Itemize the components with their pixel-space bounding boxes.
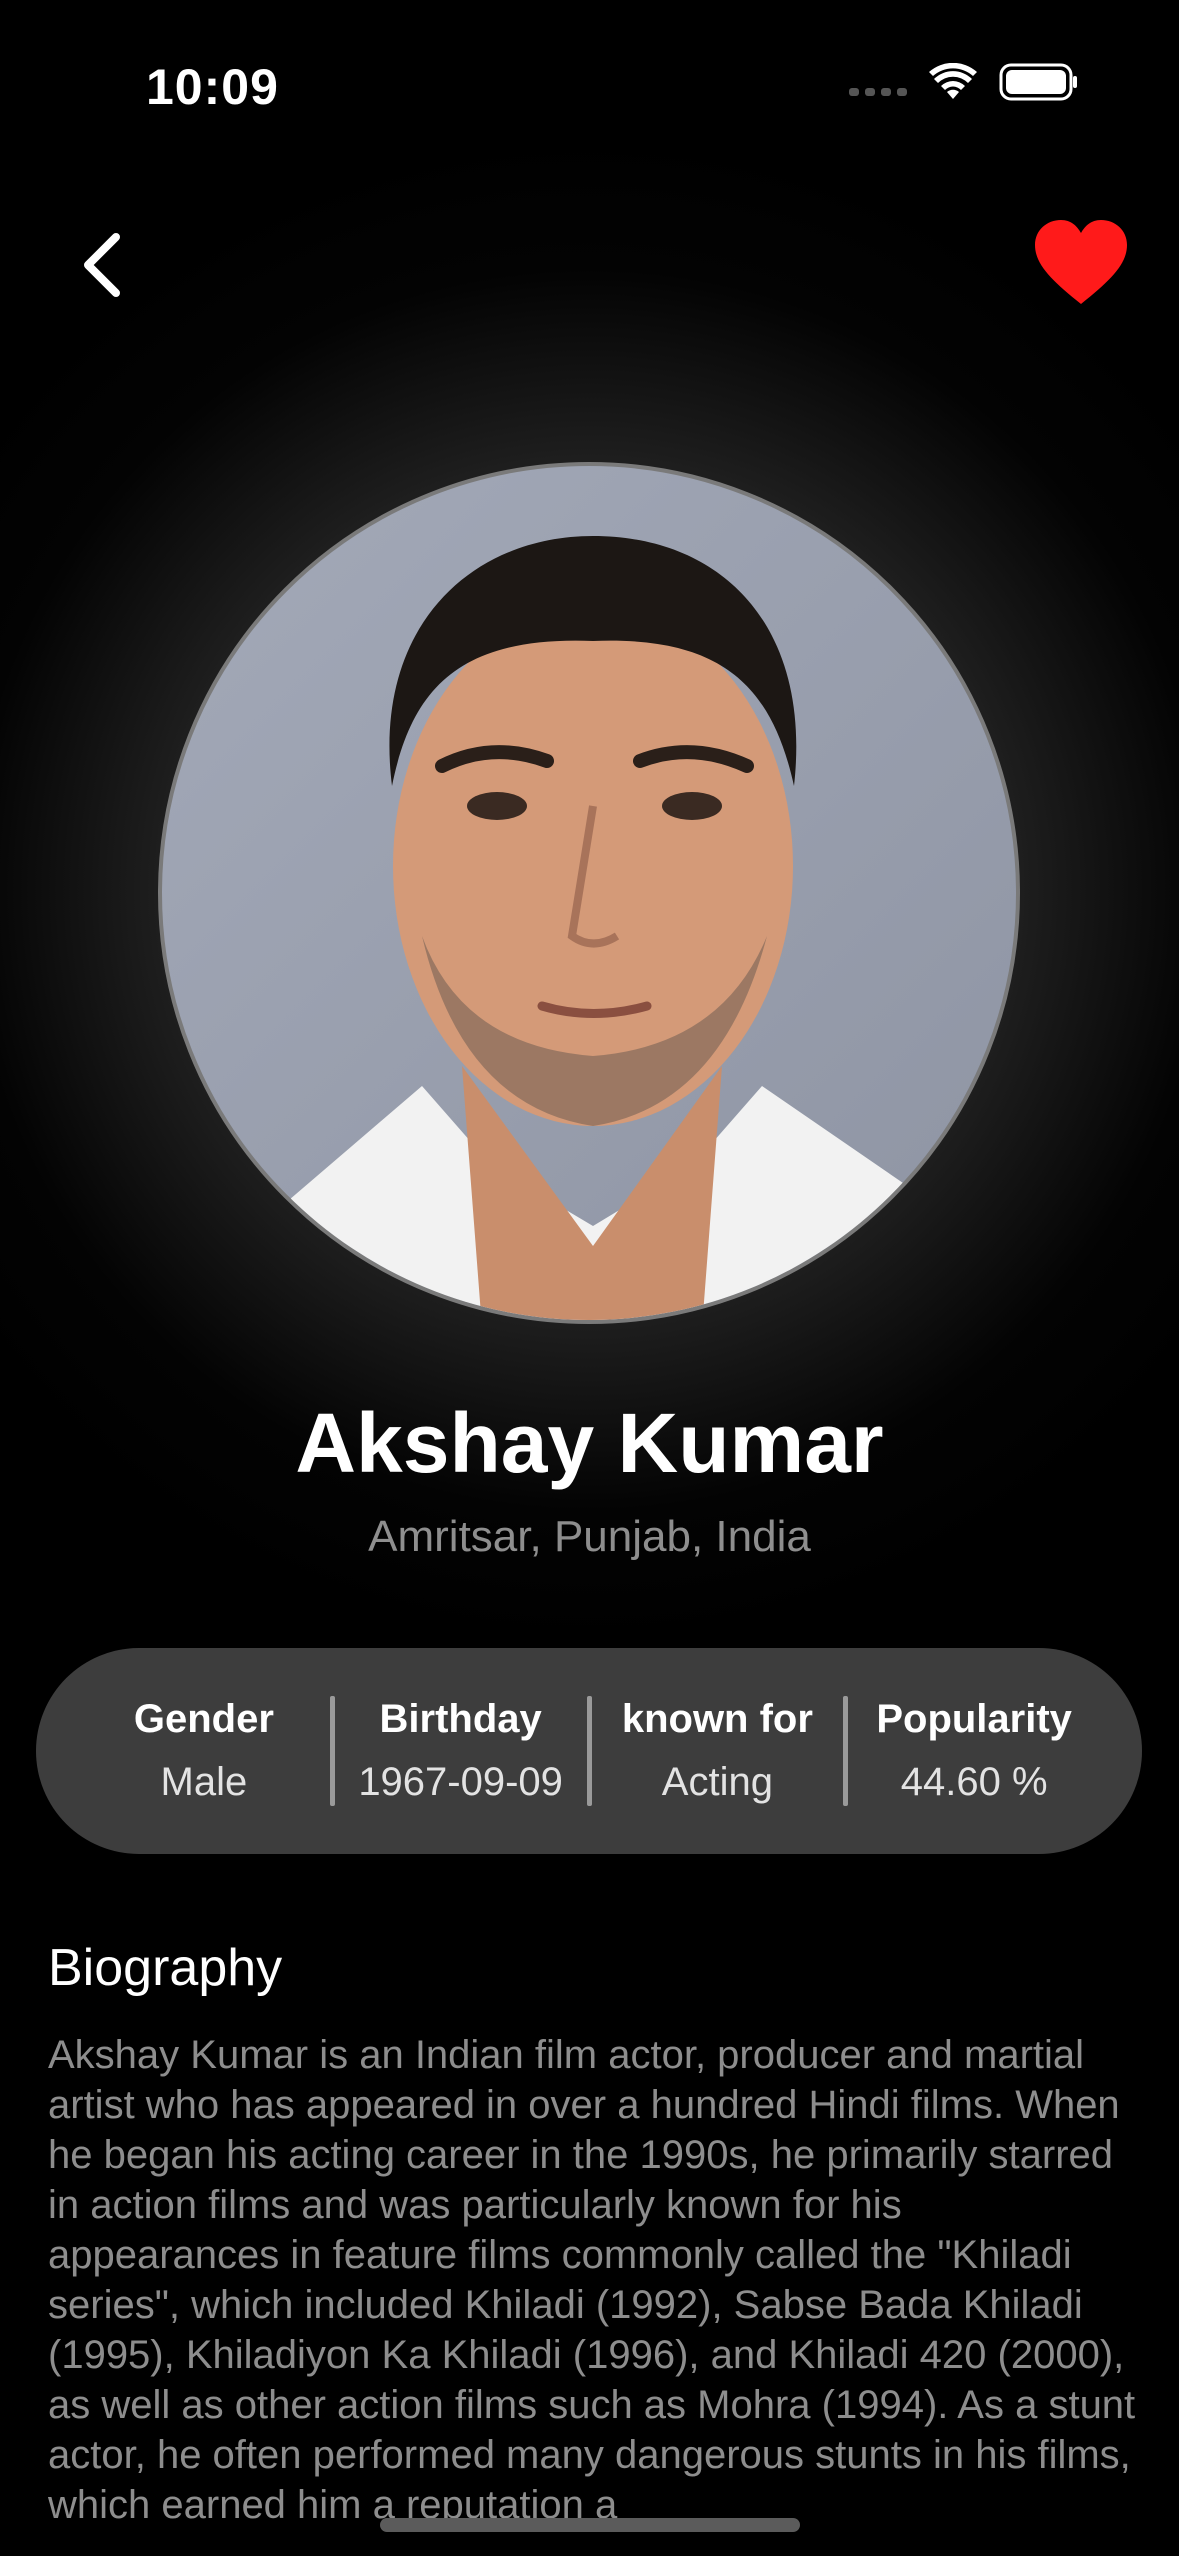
back-button[interactable] xyxy=(70,225,140,305)
info-popularity: Popularity 44.60 % xyxy=(848,1697,1100,1805)
info-label: Popularity xyxy=(876,1697,1072,1741)
info-value: 44.60 % xyxy=(900,1760,1048,1804)
info-gender: Gender Male xyxy=(78,1697,330,1805)
info-value: Acting xyxy=(661,1760,773,1804)
info-label: Gender xyxy=(133,1697,274,1741)
battery-icon xyxy=(999,63,1077,101)
info-birthday: Birthday 1967-09-09 xyxy=(335,1697,587,1805)
info-bar: Gender Male Birthday 1967-09-09 known fo… xyxy=(36,1648,1142,1854)
profile-photo xyxy=(158,462,1020,1324)
portrait-image xyxy=(263,536,922,1320)
person-name: Akshay Kumar xyxy=(295,1396,884,1490)
status-time: 10:09 xyxy=(146,59,279,115)
biography-title: Biography xyxy=(48,1939,283,1997)
info-known-for: known for Acting xyxy=(592,1697,844,1805)
chevron-left-icon xyxy=(84,233,120,297)
favorite-button[interactable] xyxy=(1031,218,1131,308)
status-icons xyxy=(849,62,1079,102)
home-indicator[interactable] xyxy=(380,2518,800,2532)
info-label: Birthday xyxy=(379,1697,542,1741)
heart-icon xyxy=(1035,220,1127,304)
place-of-birth: Amritsar, Punjab, India xyxy=(368,1512,811,1561)
biography-text: Akshay Kumar is an Indian film actor, pr… xyxy=(48,2033,1136,2527)
wifi-icon xyxy=(929,63,977,99)
info-value: 1967-09-09 xyxy=(358,1760,563,1804)
signal-icon xyxy=(849,68,907,96)
info-value: Male xyxy=(160,1760,248,1804)
info-label: known for xyxy=(621,1697,813,1741)
